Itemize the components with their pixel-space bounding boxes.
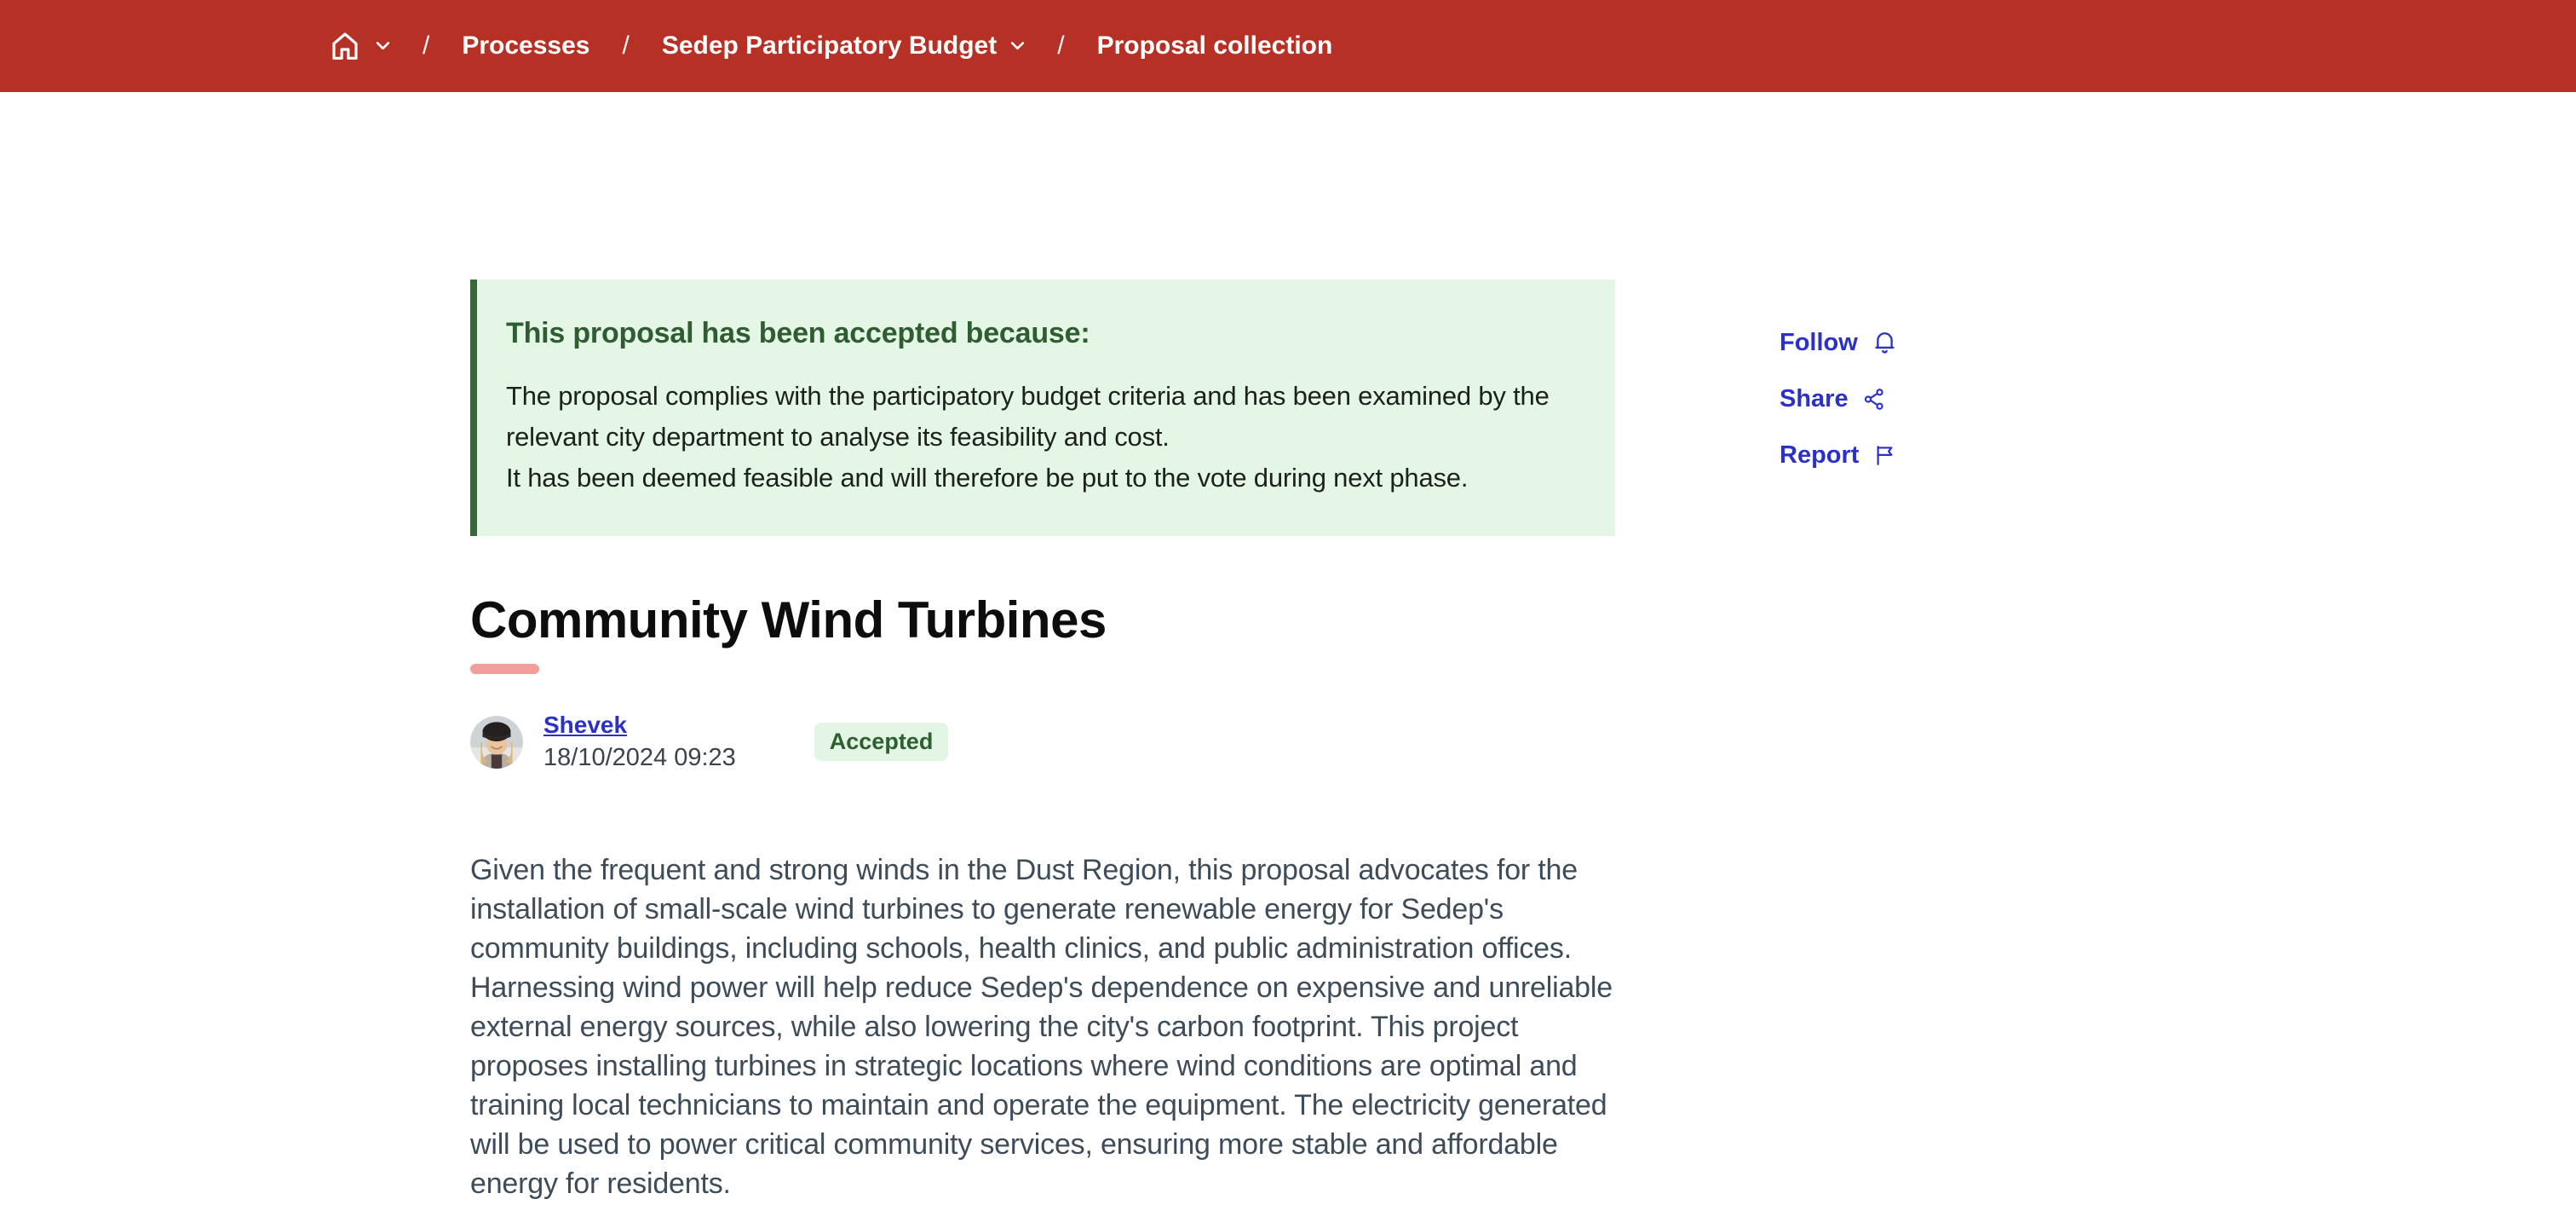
breadcrumb-item-processes[interactable]: Processes	[462, 32, 589, 61]
author-meta: Shevek 18/10/2024 09:23	[543, 712, 736, 772]
proposal-title: Community Wind Turbines	[470, 592, 1622, 648]
report-label: Report	[1780, 441, 1859, 470]
follow-label: Follow	[1780, 329, 1858, 357]
acceptance-callout: This proposal has been accepted because:…	[470, 280, 1615, 536]
breadcrumb-home-link[interactable]	[328, 29, 362, 63]
breadcrumb-bar: / Processes / Sedep Participatory Budget…	[0, 0, 2576, 92]
breadcrumb: / Processes / Sedep Participatory Budget…	[328, 0, 1332, 92]
title-underline	[470, 664, 539, 674]
breadcrumb-home-group	[328, 29, 390, 63]
bell-icon	[1872, 330, 1898, 356]
proposal-main: This proposal has been accepted because:…	[470, 280, 1622, 1203]
report-button[interactable]: Report	[1780, 441, 1898, 470]
flag-icon	[1872, 443, 1897, 468]
callout-line: The proposal complies with the participa…	[506, 376, 1581, 458]
breadcrumb-separator: /	[622, 32, 629, 61]
author-avatar-link[interactable]	[470, 716, 523, 769]
avatar	[470, 716, 523, 769]
breadcrumb-process-group: Sedep Participatory Budget	[662, 32, 1025, 61]
timestamp: 18/10/2024 09:23	[543, 744, 736, 772]
share-icon	[1862, 387, 1887, 412]
chevron-down-icon	[376, 41, 390, 51]
breadcrumb-separator: /	[1057, 32, 1064, 61]
status-badge: Accepted	[814, 723, 949, 761]
author-row: Shevek 18/10/2024 09:23 Accepted	[470, 712, 1622, 772]
callout-body: The proposal complies with the participa…	[506, 376, 1581, 499]
breadcrumb-item-sedep-participatory-budget[interactable]: Sedep Participatory Budget	[662, 32, 997, 61]
share-button[interactable]: Share	[1780, 385, 1898, 413]
chevron-down-icon	[1010, 41, 1025, 51]
process-dropdown-toggle[interactable]	[1010, 41, 1025, 51]
share-label: Share	[1780, 385, 1849, 413]
callout-line: It has been deemed feasible and will the…	[506, 458, 1581, 499]
action-rail: Follow Share R	[1780, 329, 1898, 470]
home-icon	[328, 29, 362, 63]
home-dropdown-toggle[interactable]	[376, 41, 390, 51]
proposal-body: Given the frequent and strong winds in t…	[470, 850, 1622, 1203]
callout-title: This proposal has been accepted because:	[506, 317, 1581, 350]
page: / Processes / Sedep Participatory Budget…	[0, 0, 2576, 1222]
breadcrumb-separator: /	[423, 32, 429, 61]
follow-button[interactable]: Follow	[1780, 329, 1898, 357]
author-link[interactable]: Shevek	[543, 712, 627, 739]
breadcrumb-item-proposal-collection[interactable]: Proposal collection	[1097, 32, 1333, 61]
